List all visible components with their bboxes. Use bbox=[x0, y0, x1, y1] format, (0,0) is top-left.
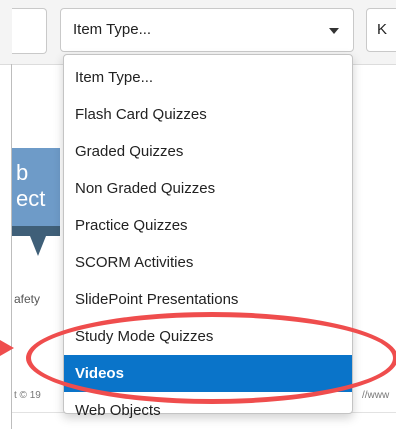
keyword-input[interactable]: K bbox=[366, 8, 396, 52]
menu-item-slidepoint-presentations[interactable]: SlidePoint Presentations bbox=[64, 281, 352, 318]
menu-item-practice-quizzes[interactable]: Practice Quizzes bbox=[64, 207, 352, 244]
item-type-dropdown-menu: Item Type... Flash Card Quizzes Graded Q… bbox=[63, 54, 353, 419]
menu-item-flash-card-quizzes[interactable]: Flash Card Quizzes bbox=[64, 96, 352, 133]
keyword-input-text: K bbox=[377, 21, 388, 38]
menu-item-graded-quizzes[interactable]: Graded Quizzes bbox=[64, 133, 352, 170]
annotation-arrow-icon bbox=[0, 340, 14, 356]
menu-item-scorm-activities[interactable]: SCORM Activities bbox=[64, 244, 352, 281]
item-type-select-value: Item Type... bbox=[73, 21, 152, 38]
item-type-select[interactable]: Item Type... bbox=[60, 8, 354, 52]
item-thumbnail[interactable]: b ect bbox=[12, 148, 60, 236]
item-title-partial: afety bbox=[14, 292, 41, 306]
menu-item-non-graded-quizzes[interactable]: Non Graded Quizzes bbox=[64, 170, 352, 207]
menu-item-videos[interactable]: Videos bbox=[64, 355, 352, 392]
footer-copyright-partial: t © 19 bbox=[14, 390, 41, 401]
content-left-border bbox=[11, 64, 12, 429]
thumbnail-stand bbox=[12, 226, 60, 236]
thumbnail-legs bbox=[30, 236, 46, 256]
footer-link-partial[interactable]: //www bbox=[362, 390, 389, 401]
search-input[interactable] bbox=[12, 8, 47, 54]
screenshot-frame: Item Type... K b ect afety t © 19 //www … bbox=[0, 0, 396, 429]
thumbnail-text: b ect bbox=[16, 160, 46, 211]
menu-item-item-type[interactable]: Item Type... bbox=[64, 59, 352, 96]
menu-item-web-objects[interactable]: Web Objects bbox=[64, 392, 352, 429]
menu-item-study-mode-quizzes[interactable]: Study Mode Quizzes bbox=[64, 318, 352, 355]
chevron-down-icon bbox=[329, 28, 339, 34]
